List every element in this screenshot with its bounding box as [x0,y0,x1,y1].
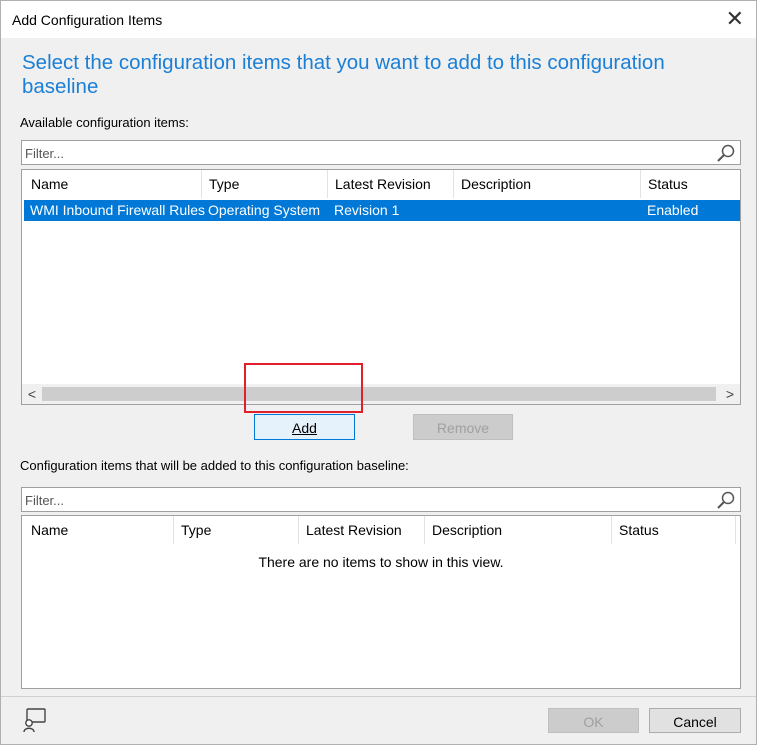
cell-description [454,200,460,221]
cell-name: WMI Inbound Firewall Rules [30,202,206,218]
selected-items-list[interactable]: Name Type Latest Revision Description St… [21,515,741,689]
page-title: Select the configuration items that you … [22,51,665,98]
column-header-status[interactable]: Status [612,516,736,544]
column-header-description[interactable]: Description [454,170,641,198]
close-icon[interactable]: ✕ [726,7,744,31]
available-items-label: Available configuration items: [20,115,189,130]
column-header-name[interactable]: Name [24,516,174,544]
cancel-button[interactable]: Cancel [649,708,741,733]
cancel-button-label: Cancel [673,714,717,730]
footer-divider [1,696,756,697]
column-header-type[interactable]: Type [202,170,328,198]
available-items-list[interactable]: Name Type Latest Revision Description St… [21,169,741,405]
selected-filter-input[interactable] [25,491,705,509]
cell-revision: Revision 1 [334,202,400,218]
help-icon[interactable] [21,707,47,733]
available-filter-box[interactable] [21,140,741,165]
selected-items-label: Configuration items that will be added t… [20,458,409,473]
column-header-status[interactable]: Status [641,170,740,198]
column-header-description[interactable]: Description [425,516,612,544]
empty-list-message: There are no items to show in this view. [258,554,504,570]
ok-button[interactable]: OK [548,708,639,733]
column-header-latest-revision[interactable]: Latest Revision [328,170,454,198]
scroll-right-icon[interactable]: > [721,384,739,404]
scroll-left-icon[interactable]: < [23,384,41,404]
cell-status: Enabled [647,202,699,218]
window-title: Add Configuration Items [12,12,163,28]
column-header-name[interactable]: Name [24,170,202,198]
search-icon[interactable] [716,490,736,510]
remove-button-label: Remove [436,420,490,436]
remove-button[interactable]: Remove [413,414,513,440]
selected-filter-box[interactable] [21,487,741,512]
table-row[interactable]: WMI Inbound Firewall Rules Operating Sys… [24,200,740,221]
column-header-latest-revision[interactable]: Latest Revision [299,516,425,544]
cell-type: Operating System [208,202,321,218]
add-button-label: Add [292,420,317,436]
add-button[interactable]: Add [254,414,355,440]
ok-button-label: OK [583,714,604,730]
dialog-body: Select the configuration items that you … [0,38,757,745]
available-filter-input[interactable] [25,144,705,162]
column-header-type[interactable]: Type [174,516,299,544]
title-bar: Add Configuration Items ✕ [0,0,757,39]
horizontal-scrollbar[interactable]: < > [22,384,740,404]
search-icon[interactable] [716,143,736,163]
add-button-highlight [244,363,363,413]
scrollbar-thumb[interactable] [42,387,716,401]
